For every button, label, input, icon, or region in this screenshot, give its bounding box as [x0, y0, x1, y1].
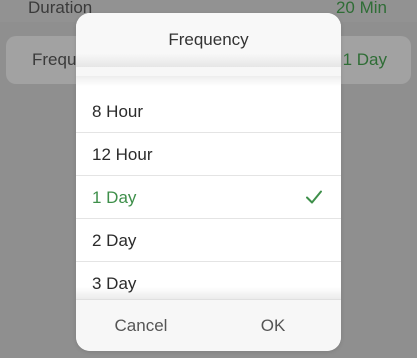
duration-value: 20 Min	[335, 0, 387, 17]
checkmark-icon	[306, 190, 322, 204]
frequency-picker-dialog: Frequency 8 Hour 12 Hour 1 Day 2 Day 3 D…	[76, 13, 341, 351]
option-label: 1 Day	[92, 188, 137, 207]
dialog-title: Frequency	[76, 13, 341, 67]
option-2-day[interactable]: 2 Day	[76, 219, 341, 262]
option-3-day[interactable]: 3 Day	[76, 262, 341, 299]
option-1-day[interactable]: 1 Day	[76, 176, 341, 219]
option-label: 3 Day	[92, 274, 137, 293]
ok-button[interactable]: OK	[228, 300, 318, 351]
option-label: 2 Day	[92, 231, 137, 250]
option-8-hour[interactable]: 8 Hour	[76, 90, 341, 133]
option-label: 12 Hour	[92, 145, 153, 164]
frequency-label: Frequ	[32, 50, 77, 69]
option-label: 8 Hour	[92, 102, 144, 121]
frequency-options-list[interactable]: 8 Hour 12 Hour 1 Day 2 Day 3 Day	[76, 76, 341, 299]
option-12-hour[interactable]: 12 Hour	[76, 133, 341, 176]
dialog-footer: Cancel OK	[76, 299, 341, 351]
cancel-button[interactable]: Cancel	[96, 300, 186, 351]
frequency-value: 1 Day	[342, 50, 387, 69]
